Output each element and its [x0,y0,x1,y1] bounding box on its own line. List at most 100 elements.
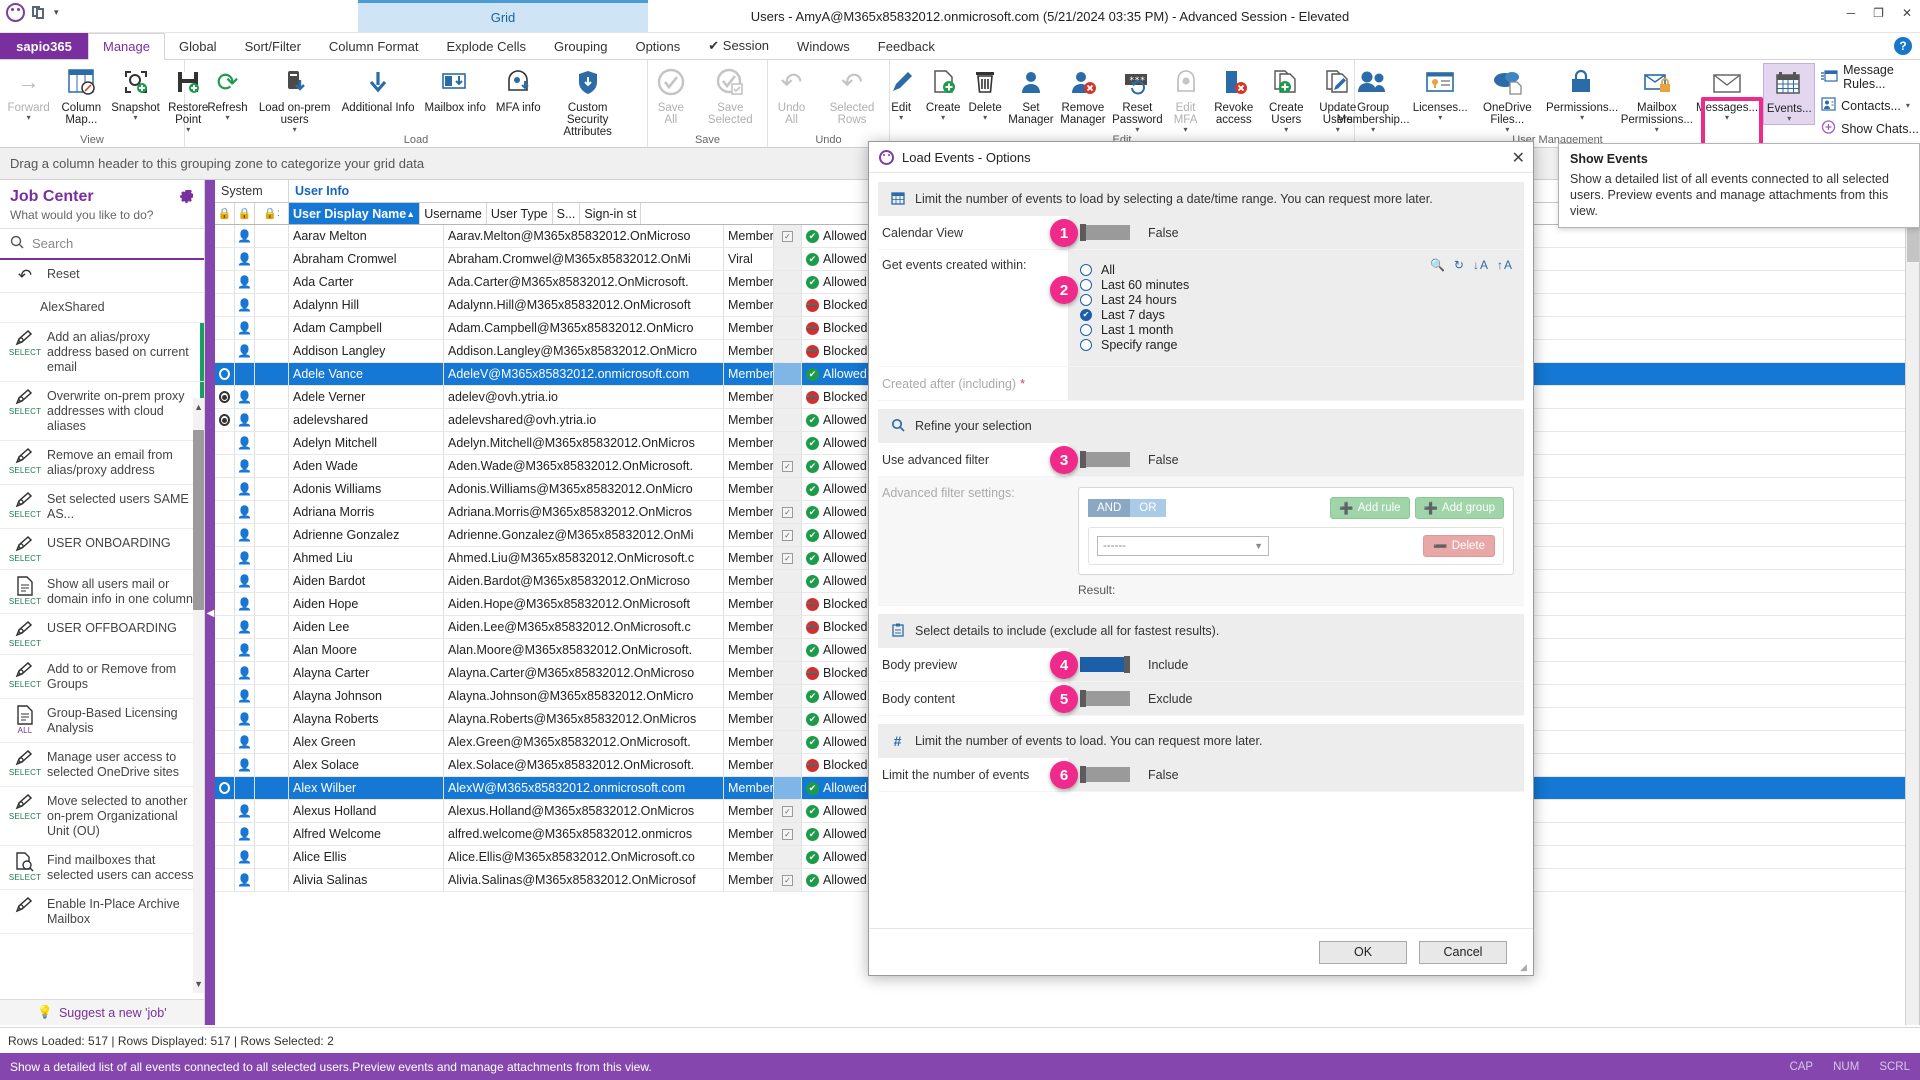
field-value[interactable]: Exclude [1068,682,1524,715]
chevron-down-icon[interactable]: ▾ [1655,126,1659,134]
field-value[interactable]: False [1068,216,1524,249]
column-header-user-type[interactable]: User Type [486,203,553,224]
column-header-user-display-name[interactable]: User Display Name ▲ [289,203,421,224]
job-center-sidebar[interactable]: Job Center What would you like to do? Se… [0,180,205,1025]
sidebar-collapse-button[interactable]: ◀ [206,600,215,626]
ok-button[interactable]: OK [1319,940,1407,964]
radio-icon[interactable] [1080,278,1092,291]
menu-bar[interactable]: sapio365 Manage Global Sort/Filter Colum… [0,33,1920,60]
cell-username[interactable]: Adelyn.Mitchell@M365x85832012.OnMicros [444,432,724,454]
radio-option-1[interactable]: Last 60 minutes [1080,277,1189,292]
cell-user-type[interactable]: Member [724,432,774,454]
cell-user-display-name[interactable]: Addison Langley [289,340,444,362]
cell-s-checkbox[interactable]: ✓ [774,869,802,891]
scroll-up-icon[interactable]: ▲ [194,402,203,412]
sidebar-item-10[interactable]: SELECT Move selected to another on-prem O… [0,787,204,846]
radio-option-5[interactable]: Specify range [1080,337,1189,352]
field-advanced-filter-settings[interactable]: Advanced filter settings: AND OR ➕ Add ru… [878,477,1524,606]
cell-user-type[interactable]: Member [724,616,774,638]
chevron-down-icon[interactable]: ▾ [1284,126,1288,134]
ribbon-button-edit-mfa[interactable]: Edit MFA ▾ [1165,63,1207,135]
ribbon-button-save-all[interactable]: Save All [648,63,694,128]
cancel-button[interactable]: Cancel [1419,940,1507,964]
sidebar-item-9[interactable]: SELECT Manage user access to selected One… [0,743,204,787]
cell-username[interactable]: Adriana.Morris@M365x85832012.OnMicros [444,501,724,523]
ribbon-button-mfa-info[interactable]: MFA info [491,63,546,116]
checkbox-checked-icon[interactable]: ✓ [782,828,793,840]
cell-s-checkbox[interactable] [774,593,802,615]
column-header-lock2[interactable]: 🔒 [235,203,255,224]
chevron-down-icon[interactable]: ▾ [1184,126,1188,134]
cell-username[interactable]: Alayna.Johnson@M365x85832012.OnMicro [444,685,724,707]
ribbon-side-list[interactable]: Message Rules... ▾ Contacts... ▾ Show Ch… [1815,63,1920,137]
ribbon-button-create[interactable]: Create ▾ [922,63,964,123]
ribbon-button-show-chats[interactable]: Show Chats... ▾ [1819,117,1920,140]
chevron-down-icon[interactable]: ▾ [54,7,59,18]
menu-item-sort-filter[interactable]: Sort/Filter [231,33,315,59]
cell-s-checkbox[interactable] [774,662,802,684]
cell-username[interactable]: Alice.Ellis@M365x85832012.OnMicrosoft.co [444,846,724,868]
ribbon-button-save-selected[interactable]: Save Selected [694,63,767,128]
close-icon[interactable]: ✕ [1512,148,1525,168]
checkbox-checked-icon[interactable]: ✓ [782,460,793,472]
cell-user-type[interactable]: Member [724,593,774,615]
cell-username[interactable]: Aarav.Melton@M365x85832012.OnMicroso [444,225,724,247]
cell-user-display-name[interactable]: Adriana Morris [289,501,444,523]
search-icon[interactable]: 🔍 [1430,258,1445,272]
field-calendar-view[interactable]: Calendar View 1 False [878,216,1524,250]
maximize-icon[interactable]: ❐ [1873,6,1884,20]
cell-s-checkbox[interactable] [774,340,802,362]
cell-username[interactable]: Addison.Langley@M365x85832012.OnMicro [444,340,724,362]
sidebar-item-6[interactable]: SELECT USER OFFBOARDING [0,614,204,655]
scroll-down-icon[interactable]: ▼ [194,979,203,989]
cell-user-display-name[interactable]: adelevshared [289,409,444,431]
sidebar-item-8[interactable]: ALL Group-Based Licensing Analysis [0,699,204,743]
field-use-advanced-filter[interactable]: Use advanced filter 3 False [878,443,1524,477]
cell-user-type[interactable]: Member [724,869,774,891]
cell-user-display-name[interactable]: Alayna Johnson [289,685,444,707]
ribbon-button-events[interactable]: Events... ▾ [1763,63,1816,125]
ribbon-button-undo-selected-rows[interactable]: ↶ Selected Rows [815,63,889,128]
ribbon-button-revoke-access[interactable]: Revoke access [1207,63,1261,128]
sidebar-item-1[interactable]: SELECT Overwrite on-prem proxy addresses … [0,382,204,441]
cell-user-display-name[interactable]: Alayna Carter [289,662,444,684]
cell-s-checkbox[interactable]: ✓ [774,455,802,477]
and-segment[interactable]: AND [1088,499,1131,517]
ribbon-button-create-users[interactable]: Create Users ▾ [1261,63,1312,135]
body-preview-toggle[interactable] [1080,656,1132,673]
radio-icon[interactable] [1080,338,1092,351]
cell-user-display-name[interactable]: Alayna Roberts [289,708,444,730]
cell-username[interactable]: Ada.Carter@M365x85832012.OnMicrosoft. [444,271,724,293]
column-header-lock1[interactable]: 🔒 [215,203,235,224]
field-value[interactable]: False [1068,443,1524,476]
chevron-down-icon[interactable]: ▾ [1135,126,1139,134]
menu-item-feedback[interactable]: Feedback [864,33,949,59]
checkbox-checked-icon[interactable]: ✓ [782,230,793,242]
menu-item-grouping[interactable]: Grouping [540,33,621,59]
cell-username[interactable]: Ahmed.Liu@M365x85832012.OnMicrosoft.c [444,547,724,569]
cell-user-display-name[interactable]: Ahmed Liu [289,547,444,569]
cell-s-checkbox[interactable]: ✓ [774,547,802,569]
radio-selected-icon[interactable]: ✔ [1080,308,1092,321]
cell-user-type[interactable]: Member [724,225,774,247]
ribbon-button-reset-password[interactable]: *** Reset Password ▾ [1110,63,1164,135]
cell-user-display-name[interactable]: Alivia Salinas [289,869,444,891]
radio-option-4[interactable]: Last 1 month [1080,322,1189,337]
cell-user-type[interactable]: Member [724,294,774,316]
ribbon-button-group-membership[interactable]: Group Membership... ▾ [1335,63,1411,135]
cell-user-type[interactable]: Member [724,455,774,477]
cell-user-display-name[interactable]: Adelyn Mitchell [289,432,444,454]
ribbon-button-additional-info[interactable]: Additional Info [337,63,420,116]
column-header-sign-in-status[interactable]: Sign-in st [580,203,642,224]
ribbon-button-snapshot[interactable]: Snapshot ▾ [111,63,160,123]
cell-user-type[interactable]: Member [724,524,774,546]
cell-user-type[interactable]: Member [724,409,774,431]
sidebar-item-0[interactable]: SELECT Add an alias/proxy address based o… [0,323,204,382]
chevron-down-icon[interactable]: ▾ [1438,114,1442,122]
sort-desc-icon[interactable]: ↑ A [1497,258,1512,272]
and-or-toggle[interactable]: AND OR [1088,499,1166,517]
cell-s-checkbox[interactable] [774,708,802,730]
cell-username[interactable]: Aiden.Hope@M365x85832012.OnMicrosoft [444,593,724,615]
menu-item-manage[interactable]: Manage [88,33,165,60]
cell-s-checkbox[interactable] [774,386,802,408]
